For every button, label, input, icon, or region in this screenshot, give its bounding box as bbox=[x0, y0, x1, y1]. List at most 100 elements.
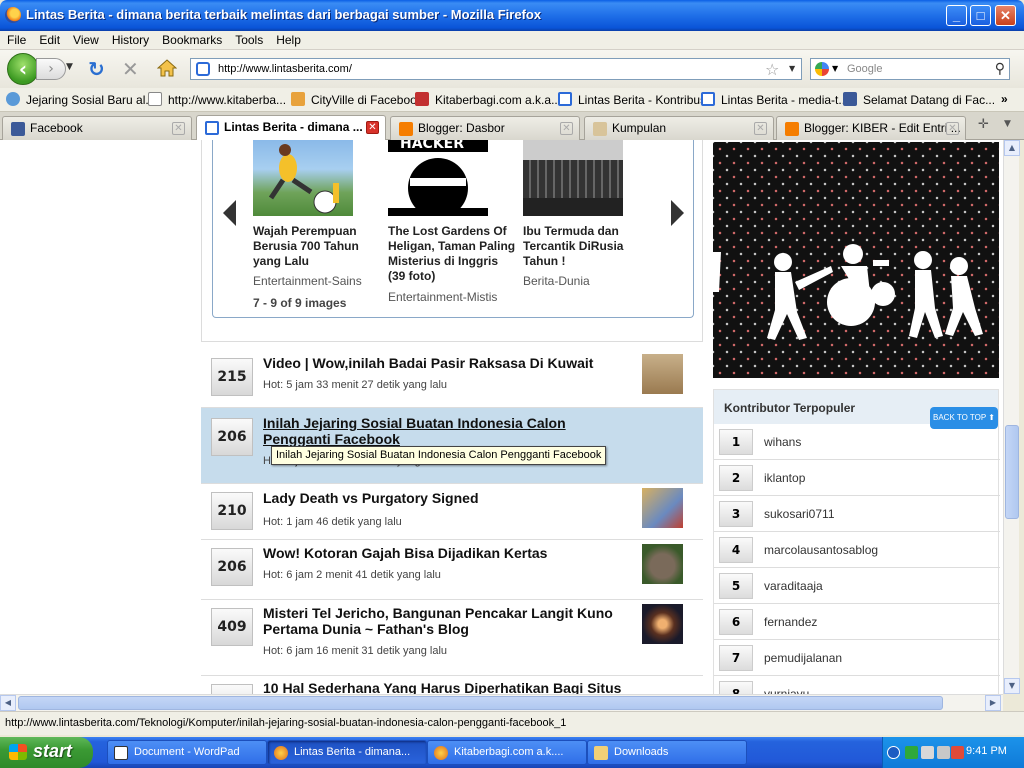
taskbar-item-wordpad[interactable]: Document - WordPad bbox=[107, 740, 267, 765]
contributor-row[interactable]: 8 yurniayu bbox=[714, 676, 1000, 694]
contributor-row[interactable]: 5 varaditaaja bbox=[714, 568, 1000, 604]
scroll-down-icon[interactable]: ▼ bbox=[1004, 678, 1020, 694]
clock[interactable]: 9:41 PM bbox=[966, 745, 1007, 757]
menu-history[interactable]: History bbox=[105, 31, 155, 47]
gallery-thumbnail[interactable]: HACKER bbox=[388, 140, 488, 218]
tab-kumpulan[interactable]: Kumpulan ✕ bbox=[584, 116, 774, 140]
news-title[interactable]: Wow! Kotoran Gajah Bisa Dijadikan Kertas bbox=[263, 545, 635, 561]
taskbar-item-firefox[interactable]: Kitaberbagi.com a.k.... bbox=[427, 740, 587, 765]
close-tab-icon[interactable]: ✕ bbox=[946, 122, 959, 135]
gallery-item-category[interactable]: Entertainment-Sains bbox=[253, 274, 362, 288]
home-icon[interactable] bbox=[157, 59, 177, 77]
scroll-right-icon[interactable]: ▶ bbox=[985, 695, 1001, 711]
contributor-row[interactable]: 6 fernandez bbox=[714, 604, 1000, 640]
bookmark-item[interactable]: Kitaberbagi.com a.k.a.... bbox=[415, 92, 564, 107]
news-row[interactable]: 206 Wow! Kotoran Gajah Bisa Dijadikan Ke… bbox=[201, 540, 703, 600]
taskbar-item-firefox[interactable]: Lintas Berita - dimana... bbox=[267, 740, 427, 765]
bookmark-star-icon[interactable]: ☆ bbox=[765, 60, 779, 79]
news-thumbnail[interactable] bbox=[642, 604, 683, 644]
menu-view[interactable]: View bbox=[66, 31, 105, 47]
vote-count[interactable]: 409 bbox=[211, 608, 253, 646]
address-bar[interactable]: http://www.lintasberita.com/ ☆ ▼ bbox=[190, 58, 802, 80]
tab-list-icon[interactable]: ▼ bbox=[1004, 119, 1011, 129]
back-to-top-button[interactable]: BACK TO TOP ⬆ bbox=[930, 407, 998, 429]
gallery-item-category[interactable]: Entertainment-Mistis bbox=[388, 290, 497, 304]
news-title[interactable]: Lady Death vs Purgatory Signed bbox=[263, 490, 635, 506]
contributor-row[interactable]: 1 wihans bbox=[714, 424, 1000, 460]
gallery-item-category[interactable]: Berita-Dunia bbox=[523, 274, 590, 288]
search-engine-dropdown-icon[interactable]: ▼ bbox=[832, 64, 838, 73]
vote-count[interactable]: 215 bbox=[211, 358, 253, 396]
volume-icon[interactable] bbox=[921, 746, 934, 759]
contributor-name[interactable]: sukosari0711 bbox=[764, 507, 835, 521]
contributor-name[interactable]: marcolausantosablog bbox=[764, 543, 878, 557]
security-icon[interactable] bbox=[951, 746, 964, 759]
google-icon[interactable] bbox=[815, 62, 829, 76]
vertical-scroll-thumb[interactable] bbox=[1005, 425, 1019, 519]
news-title[interactable]: Misteri Tel Jericho, Bangunan Pencakar L… bbox=[263, 605, 635, 637]
horizontal-scroll-thumb[interactable] bbox=[18, 696, 943, 710]
news-title[interactable]: Inilah Jejaring Sosial Buatan Indonesia … bbox=[263, 415, 635, 447]
vote-count[interactable] bbox=[211, 684, 253, 694]
monitor-icon[interactable] bbox=[937, 746, 950, 759]
url-dropdown-icon[interactable]: ▼ bbox=[789, 64, 795, 73]
network-icon[interactable] bbox=[905, 746, 918, 759]
contributor-name[interactable]: yurniayu bbox=[764, 687, 809, 694]
close-tab-icon[interactable]: ✕ bbox=[172, 122, 185, 135]
contributor-name[interactable]: fernandez bbox=[764, 615, 817, 629]
news-thumbnail[interactable] bbox=[642, 544, 683, 584]
vote-count[interactable]: 206 bbox=[211, 418, 253, 456]
scroll-left-icon[interactable]: ◀ bbox=[0, 695, 16, 711]
history-dropdown-icon[interactable]: ▼ bbox=[66, 62, 73, 72]
menu-bookmarks[interactable]: Bookmarks bbox=[155, 31, 228, 47]
contributor-name[interactable]: varaditaaja bbox=[764, 579, 823, 593]
maximize-button[interactable]: □ bbox=[970, 5, 991, 26]
stop-icon[interactable]: ✕ bbox=[122, 58, 139, 80]
news-thumbnail[interactable] bbox=[642, 680, 683, 694]
close-window-button[interactable]: ✕ bbox=[995, 5, 1016, 26]
reload-icon[interactable]: ↻ bbox=[88, 59, 105, 79]
bookmark-item[interactable]: Selamat Datang di Fac... bbox=[843, 92, 995, 107]
news-row[interactable]: 210 Lady Death vs Purgatory Signed Hot: … bbox=[201, 484, 703, 540]
menu-help[interactable]: Help bbox=[269, 31, 307, 47]
contributor-row[interactable]: 4 marcolausantosablog bbox=[714, 532, 1000, 568]
gallery-thumbnail[interactable] bbox=[523, 140, 623, 216]
minimize-button[interactable]: _ bbox=[946, 5, 967, 26]
menu-edit[interactable]: Edit bbox=[32, 31, 66, 47]
gallery-item-title[interactable]: Wajah Perempuan Berusia 700 Tahun yang L… bbox=[253, 224, 383, 269]
tray-collapse-icon[interactable] bbox=[887, 746, 900, 759]
close-tab-icon[interactable]: ✕ bbox=[366, 121, 379, 134]
news-title[interactable]: 10 Hal Sederhana Yang Harus Diperhatikan… bbox=[263, 680, 635, 694]
bookmark-item[interactable]: http://www.kitaberba... bbox=[148, 92, 286, 107]
tab-blogger-dasbor[interactable]: Blogger: Dasbor ✕ bbox=[390, 116, 580, 140]
contributor-row[interactable]: 3 sukosari0711 bbox=[714, 496, 1000, 532]
scroll-up-icon[interactable]: ▲ bbox=[1004, 140, 1020, 156]
vertical-scrollbar[interactable]: ▲ ▼ bbox=[1003, 140, 1020, 694]
news-title[interactable]: Video | Wow,inilah Badai Pasir Raksasa D… bbox=[263, 355, 635, 371]
horizontal-scrollbar[interactable]: ◀ ▶ bbox=[0, 694, 1003, 711]
news-thumbnail[interactable] bbox=[642, 354, 683, 394]
close-tab-icon[interactable]: ✕ bbox=[754, 122, 767, 135]
close-tab-icon[interactable]: ✕ bbox=[560, 122, 573, 135]
menu-file[interactable]: File bbox=[0, 31, 32, 47]
start-button[interactable]: start bbox=[0, 737, 93, 768]
new-tab-icon[interactable]: ✛ bbox=[978, 117, 989, 132]
contributor-row[interactable]: 7 pemudijalanan bbox=[714, 640, 1000, 676]
bookmark-item[interactable]: Jejaring Sosial Baru al... bbox=[6, 92, 155, 107]
contributor-name[interactable]: iklantop bbox=[764, 471, 805, 485]
band-banner[interactable] bbox=[713, 142, 999, 378]
search-icon[interactable]: ⚲ bbox=[995, 61, 1005, 77]
gallery-thumbnail[interactable] bbox=[253, 140, 353, 216]
vote-count[interactable]: 206 bbox=[211, 548, 253, 586]
news-thumbnail[interactable] bbox=[642, 488, 683, 528]
gallery-prev-icon[interactable] bbox=[223, 200, 236, 226]
vote-count[interactable]: 210 bbox=[211, 492, 253, 530]
gallery-item-title[interactable]: Ibu Termuda dan Tercantik DiRusia Tahun … bbox=[523, 224, 653, 269]
gallery-item-title[interactable]: The Lost Gardens Of Heligan, Taman Palin… bbox=[388, 224, 518, 284]
forward-button[interactable]: › bbox=[36, 58, 66, 80]
gallery-next-icon[interactable] bbox=[671, 200, 684, 226]
menu-tools[interactable]: Tools bbox=[228, 31, 269, 47]
contributor-name[interactable]: pemudijalanan bbox=[764, 651, 842, 665]
news-row[interactable]: 215 Video | Wow,inilah Badai Pasir Raksa… bbox=[201, 348, 703, 408]
search-placeholder[interactable]: Google bbox=[847, 63, 882, 75]
